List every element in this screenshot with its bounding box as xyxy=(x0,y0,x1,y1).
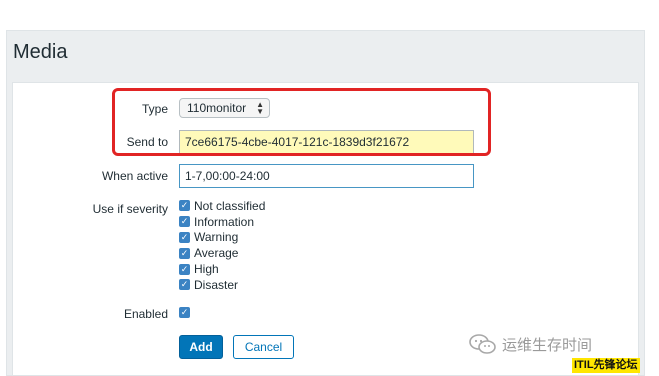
check-icon[interactable]: ✓ xyxy=(179,231,190,243)
enabled-label: Enabled xyxy=(123,307,168,321)
add-button[interactable]: Add xyxy=(179,335,223,359)
wechat-icon xyxy=(469,334,496,354)
severity-label-warning: Warning xyxy=(194,230,239,245)
severity-item-information[interactable]: ✓ Information xyxy=(179,214,265,230)
check-icon[interactable]: ✓ xyxy=(179,247,190,259)
severity-label-high: High xyxy=(194,262,219,277)
watermark-text: 运维生存时间 xyxy=(502,336,593,354)
severity-item-not-classified[interactable]: ✓ Not classified xyxy=(179,198,265,214)
severity-item-disaster[interactable]: ✓ Disaster xyxy=(179,277,265,293)
check-icon[interactable]: ✓ xyxy=(179,216,190,228)
highlight-box xyxy=(112,88,491,156)
severity-label-not-classified: Not classified xyxy=(194,198,266,213)
severity-label-information: Information xyxy=(194,214,255,229)
severity-label-average: Average xyxy=(194,246,239,261)
panel-title: Media xyxy=(13,41,68,63)
severity-label: Use if severity xyxy=(92,202,168,216)
severity-label-disaster: Disaster xyxy=(194,277,239,292)
severity-list: ✓ Not classified ✓ Information ✓ Warning ✓ A… xyxy=(179,198,265,293)
check-icon[interactable]: ✓ xyxy=(179,279,190,291)
enabled-checkbox[interactable]: ✓ xyxy=(179,307,190,318)
severity-item-warning[interactable]: ✓ Warning xyxy=(179,230,265,246)
watermark-badge: ITIL先锋论坛 xyxy=(572,358,640,373)
check-icon[interactable]: ✓ xyxy=(179,263,190,275)
watermark: 运维生存时间 xyxy=(468,333,592,355)
when-active-input[interactable] xyxy=(179,164,474,188)
when-active-label: When active xyxy=(101,169,168,183)
severity-item-average[interactable]: ✓ Average xyxy=(179,245,265,261)
check-icon[interactable]: ✓ xyxy=(179,200,190,212)
cancel-button[interactable]: Cancel xyxy=(233,335,294,359)
severity-item-high[interactable]: ✓ High xyxy=(179,261,265,277)
